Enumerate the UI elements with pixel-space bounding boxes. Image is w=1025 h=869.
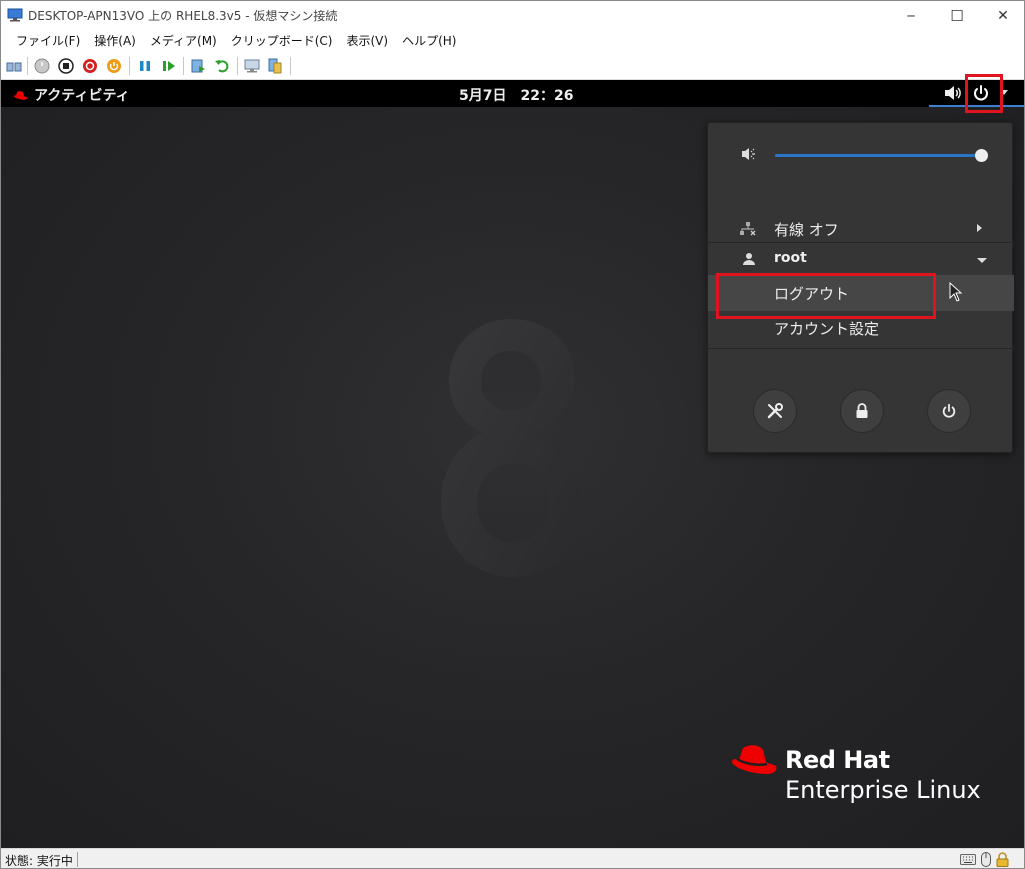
pause-icon	[140, 61, 150, 71]
power-button[interactable]	[106, 58, 122, 74]
close-button[interactable]: ✕	[980, 1, 1024, 30]
redhat-hat-icon	[732, 745, 777, 774]
vm-connection-window: DESKTOP-APN13VO 上の RHEL8.3v5 - 仮想マシン接続 ─…	[0, 0, 1025, 869]
gnome-top-bar: アクティビティ 5月7日 22：26	[1, 80, 1024, 107]
close-icon: ✕	[997, 7, 1009, 24]
separator	[708, 348, 1014, 349]
clock[interactable]: 5月7日 22：26	[459, 85, 573, 105]
activities-button[interactable]: アクティビティ	[13, 85, 130, 105]
chevron-down-icon	[977, 258, 987, 263]
revert-button[interactable]	[214, 58, 230, 74]
window-title: DESKTOP-APN13VO 上の RHEL8.3v5 - 仮想マシン接続	[28, 9, 338, 23]
pause-button[interactable]	[137, 58, 153, 74]
activities-label: アクティビティ	[34, 88, 130, 104]
power-off-icon	[942, 403, 956, 418]
shut-down-icon	[83, 59, 97, 73]
ctrl-alt-del-button[interactable]	[6, 58, 22, 74]
menu-action[interactable]: 操作(A)	[87, 30, 143, 52]
lock-icon	[856, 403, 868, 418]
turn-off-icon	[58, 58, 74, 74]
mouse-icon	[981, 852, 991, 867]
ctrl-alt-del-icon	[6, 62, 22, 72]
turn-off-button[interactable]	[58, 58, 74, 74]
shut-down-button[interactable]	[82, 58, 98, 74]
maximize-button[interactable]: ☐	[934, 1, 980, 30]
submenu-arrow-icon	[977, 224, 982, 232]
user-item[interactable]: root	[708, 243, 1014, 275]
minimize-icon: ─	[907, 8, 915, 23]
start-button[interactable]	[34, 58, 50, 74]
user-name-label: root	[774, 250, 807, 266]
checkpoint-button[interactable]	[190, 58, 206, 74]
toolbar-separator	[290, 57, 291, 75]
title-bar: DESKTOP-APN13VO 上の RHEL8.3v5 - 仮想マシン接続 ─…	[1, 1, 1024, 30]
status-separator	[77, 852, 78, 867]
status-bar: 状態: 実行中	[1, 848, 1024, 868]
volume-icon[interactable]	[944, 85, 962, 101]
keyboard-icon	[960, 854, 976, 865]
menu-file[interactable]: ファイル(F)	[9, 30, 87, 52]
mouse-cursor-icon	[949, 282, 963, 302]
power-off-button[interactable]	[927, 389, 971, 433]
resume-icon	[163, 61, 175, 71]
minimize-button[interactable]: ─	[888, 1, 934, 30]
brand-line1: Red Hat	[785, 746, 890, 774]
toolbar-separator	[129, 57, 130, 75]
lock-status-icon	[996, 852, 1009, 867]
share-button[interactable]	[267, 58, 283, 74]
volume-slider[interactable]	[775, 154, 981, 157]
toolbar-separator	[27, 57, 28, 75]
checkpoint-icon	[191, 59, 205, 73]
menu-help[interactable]: ヘルプ(H)	[395, 30, 463, 52]
menu-bar: ファイル(F) 操作(A) メディア(M) クリップボード(C) 表示(V) ヘ…	[1, 30, 1024, 52]
account-settings-label: アカウント設定	[774, 320, 880, 338]
menu-clipboard[interactable]: クリップボード(C)	[224, 30, 340, 52]
toolbar	[1, 52, 1024, 80]
user-icon	[743, 253, 755, 265]
volume-slider-handle[interactable]	[975, 149, 988, 162]
enhanced-session-icon	[244, 59, 260, 73]
highlight-power-menu	[965, 74, 1003, 113]
network-wired-icon	[740, 222, 756, 236]
brand-line2: Enterprise Linux	[785, 776, 981, 804]
share-icon	[268, 58, 282, 74]
rhel8-background-logo	[441, 319, 581, 577]
menu-view[interactable]: 表示(V)	[340, 30, 396, 52]
start-icon	[34, 58, 50, 74]
menu-media[interactable]: メディア(M)	[143, 30, 224, 52]
settings-tools-icon	[767, 403, 783, 419]
enhanced-session-button[interactable]	[244, 58, 260, 74]
vm-display[interactable]: Red Hat Enterprise Linux アクティビティ 5月7日 22…	[1, 80, 1024, 848]
volume-muted-icon	[742, 148, 755, 160]
network-status-label: 有線 オフ	[774, 221, 839, 239]
vm-connection-app-icon	[7, 8, 23, 22]
settings-button[interactable]	[753, 389, 797, 433]
resume-button[interactable]	[161, 58, 177, 74]
redhat-icon	[13, 90, 28, 100]
toolbar-separator	[183, 57, 184, 75]
highlight-logout	[716, 273, 936, 319]
toolbar-separator	[237, 57, 238, 75]
maximize-icon: ☐	[950, 6, 964, 25]
revert-icon	[215, 60, 229, 73]
power-icon	[107, 59, 121, 73]
status-text: 状態: 実行中	[5, 854, 73, 868]
lock-button[interactable]	[840, 389, 884, 433]
